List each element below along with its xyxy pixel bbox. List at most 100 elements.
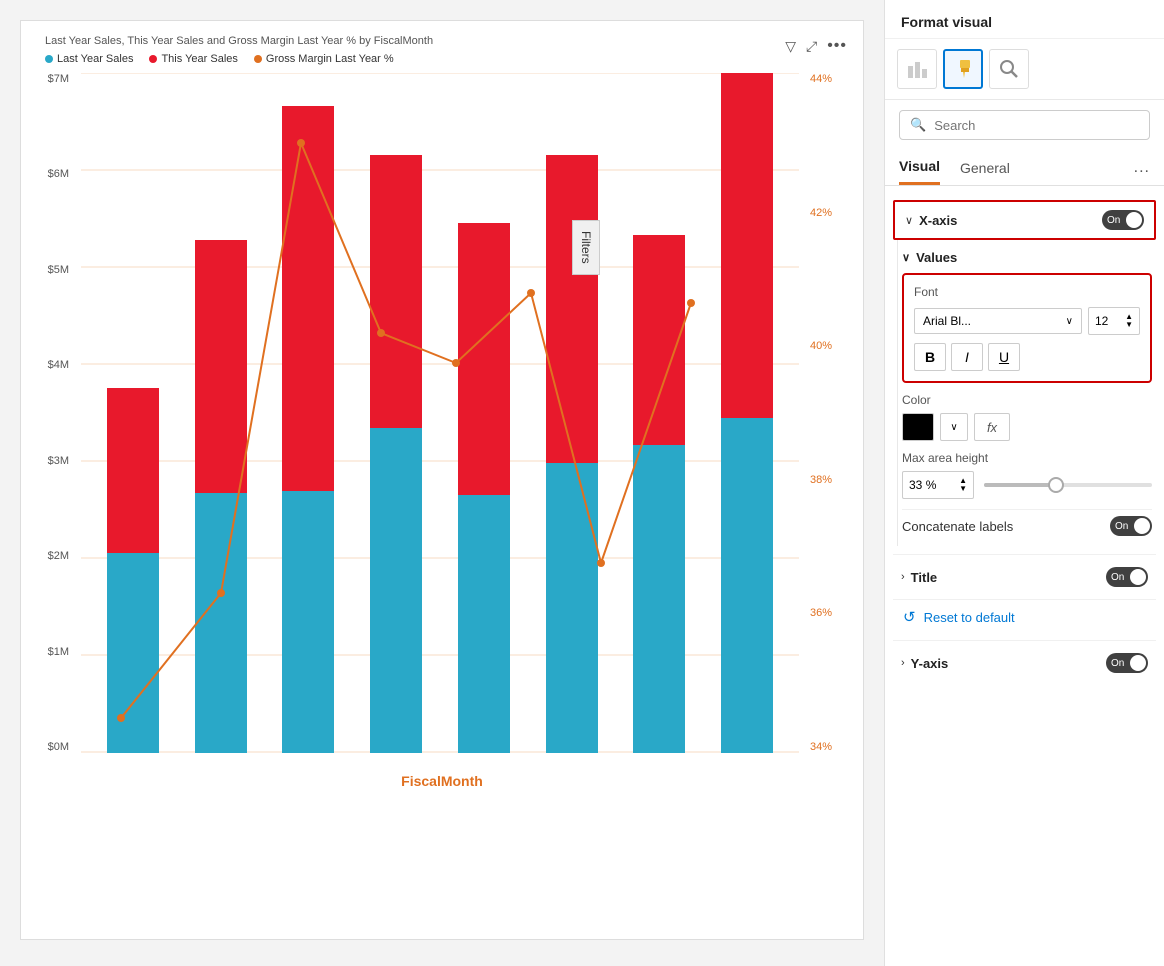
visual-format-tab[interactable] bbox=[897, 49, 937, 89]
bar-group-apr bbox=[362, 155, 430, 753]
values-label: Values bbox=[916, 250, 957, 265]
bar-top-mar bbox=[282, 106, 334, 491]
search-box[interactable]: 🔍 bbox=[899, 110, 1150, 140]
concatenate-toggle[interactable]: On bbox=[1110, 516, 1152, 536]
legend-dot-gross-margin bbox=[254, 55, 262, 63]
paint-format-tab[interactable] bbox=[943, 49, 983, 89]
panel-content: ∨ X-axis On ∨ Values bbox=[885, 186, 1164, 966]
percent-value: 33 % bbox=[909, 478, 936, 492]
color-section: Color ∨ fx bbox=[902, 393, 1152, 441]
font-family-value: Arial Bl... bbox=[923, 314, 971, 328]
legend-dot-this-year bbox=[149, 55, 157, 63]
font-size-value: 12 bbox=[1095, 314, 1108, 328]
y-right-42: 42% bbox=[810, 207, 832, 219]
slider-container[interactable] bbox=[984, 475, 1152, 495]
concatenate-label: Concatenate labels bbox=[902, 519, 1013, 534]
tab-visual[interactable]: Visual bbox=[899, 150, 940, 185]
title-section-header[interactable]: › Title On bbox=[893, 561, 1156, 593]
more-options-icon[interactable]: ••• bbox=[827, 37, 847, 55]
reset-button[interactable]: ↺ Reset to default bbox=[893, 599, 1156, 634]
y-label-0m: $0M bbox=[48, 741, 69, 753]
fx-button[interactable]: fx bbox=[974, 413, 1010, 441]
percent-unit: % bbox=[926, 478, 937, 492]
y-axis-right: 44% 42% 40% 38% 36% 34% bbox=[804, 73, 849, 753]
visual-general-tabs: Visual General ... bbox=[885, 150, 1164, 186]
bar-bottom-mar bbox=[282, 491, 334, 753]
right-panel: Format visual bbox=[884, 0, 1164, 966]
x-axis-toggle[interactable]: On bbox=[1102, 210, 1144, 230]
bar-bottom-aug bbox=[721, 418, 773, 753]
values-subsection: ∨ Values Font Arial Bl... ∨ 12 bbox=[897, 240, 1156, 546]
underline-button[interactable]: U bbox=[988, 343, 1020, 371]
y-axis-left: $7M $6M $5M $4M $3M $2M $1M $0M bbox=[35, 73, 75, 753]
legend-dot-last-year bbox=[45, 55, 53, 63]
bar-bottom-may bbox=[458, 495, 510, 753]
legend-label-this-year: This Year Sales bbox=[161, 53, 237, 65]
title-toggle[interactable]: On bbox=[1106, 567, 1148, 587]
filter-icon[interactable]: ▽ bbox=[785, 38, 796, 55]
bar-top-jun bbox=[546, 155, 598, 463]
bar-group-mar bbox=[274, 106, 342, 753]
expand-icon[interactable]: ⤢ bbox=[806, 38, 817, 55]
format-tabs-row bbox=[885, 39, 1164, 100]
max-area-height-section: Max area height 33 % ▲ ▼ bbox=[902, 451, 1152, 499]
y-label-7m: $7M bbox=[48, 73, 69, 85]
concatenate-labels-row: Concatenate labels On bbox=[902, 509, 1152, 542]
legend-label-gross-margin: Gross Margin Last Year % bbox=[266, 53, 394, 65]
search-input[interactable] bbox=[934, 118, 1139, 133]
slider-thumb[interactable] bbox=[1048, 477, 1064, 493]
legend-item-last-year: Last Year Sales bbox=[45, 53, 133, 65]
bar-group-jan bbox=[99, 388, 167, 753]
chart-controls: ▽ ⤢ ••• bbox=[785, 37, 847, 55]
bar-top-may bbox=[458, 223, 510, 495]
bar-top-jan bbox=[107, 388, 159, 553]
bar-top-jul bbox=[633, 235, 685, 445]
analytics-format-tab[interactable] bbox=[989, 49, 1029, 89]
title-section: › Title On bbox=[893, 554, 1156, 593]
bar-group-jul bbox=[625, 235, 693, 753]
bar-bottom-feb bbox=[195, 493, 247, 753]
x-axis-section: ∨ X-axis On ∨ Values bbox=[893, 200, 1156, 546]
y-right-36: 36% bbox=[810, 607, 832, 619]
tab-general[interactable]: General bbox=[960, 152, 1010, 184]
font-label: Font bbox=[914, 285, 1140, 299]
font-size-control[interactable]: 12 ▲ ▼ bbox=[1088, 307, 1140, 335]
y-axis-section-header-stub[interactable]: › Y-axis On bbox=[893, 647, 1156, 679]
x-axis-label: X-axis bbox=[919, 213, 957, 228]
y-label-3m: $3M bbox=[48, 455, 69, 467]
x-axis-chevron-down: ∨ bbox=[905, 214, 913, 227]
percent-input[interactable]: 33 % ▲ ▼ bbox=[902, 471, 974, 499]
bold-button[interactable]: B bbox=[914, 343, 946, 371]
y-axis-stub-toggle[interactable]: On bbox=[1106, 653, 1148, 673]
panel-title: Format visual bbox=[901, 14, 992, 30]
color-label: Color bbox=[902, 393, 1152, 407]
plot-area bbox=[81, 73, 799, 753]
title-section-label: Title bbox=[911, 570, 938, 585]
y-right-38: 38% bbox=[810, 474, 832, 486]
filters-tab[interactable]: Filters bbox=[572, 220, 600, 275]
chart-title: Last Year Sales, This Year Sales and Gro… bbox=[35, 35, 849, 47]
y-axis-chevron-right: › bbox=[901, 657, 905, 669]
color-dropdown-btn[interactable]: ∨ bbox=[940, 413, 968, 441]
title-chevron-right: › bbox=[901, 571, 905, 583]
font-section: Font Arial Bl... ∨ 12 ▲ ▼ bbox=[902, 273, 1152, 383]
y-right-40: 40% bbox=[810, 340, 832, 352]
font-chevron-down: ∨ bbox=[1066, 316, 1073, 327]
tab-more-button[interactable]: ... bbox=[1134, 159, 1150, 177]
color-chevron: ∨ bbox=[950, 422, 957, 433]
values-header[interactable]: ∨ Values bbox=[902, 248, 1152, 273]
panel-header: Format visual bbox=[885, 0, 1164, 39]
chart-legend: Last Year Sales This Year Sales Gross Ma… bbox=[35, 53, 849, 65]
y-axis-section-stub: › Y-axis On bbox=[893, 640, 1156, 679]
x-axis-section-header[interactable]: ∨ X-axis On bbox=[893, 200, 1156, 240]
y-right-44: 44% bbox=[810, 73, 832, 85]
values-chevron: ∨ bbox=[902, 251, 910, 264]
bar-group-may bbox=[450, 223, 518, 753]
y-axis-stub-label: Y-axis bbox=[911, 656, 949, 671]
search-icon: 🔍 bbox=[910, 117, 926, 133]
italic-button[interactable]: I bbox=[951, 343, 983, 371]
y-label-5m: $5M bbox=[48, 264, 69, 276]
legend-label-last-year: Last Year Sales bbox=[57, 53, 133, 65]
color-swatch[interactable] bbox=[902, 413, 934, 441]
font-family-select[interactable]: Arial Bl... ∨ bbox=[914, 308, 1082, 334]
